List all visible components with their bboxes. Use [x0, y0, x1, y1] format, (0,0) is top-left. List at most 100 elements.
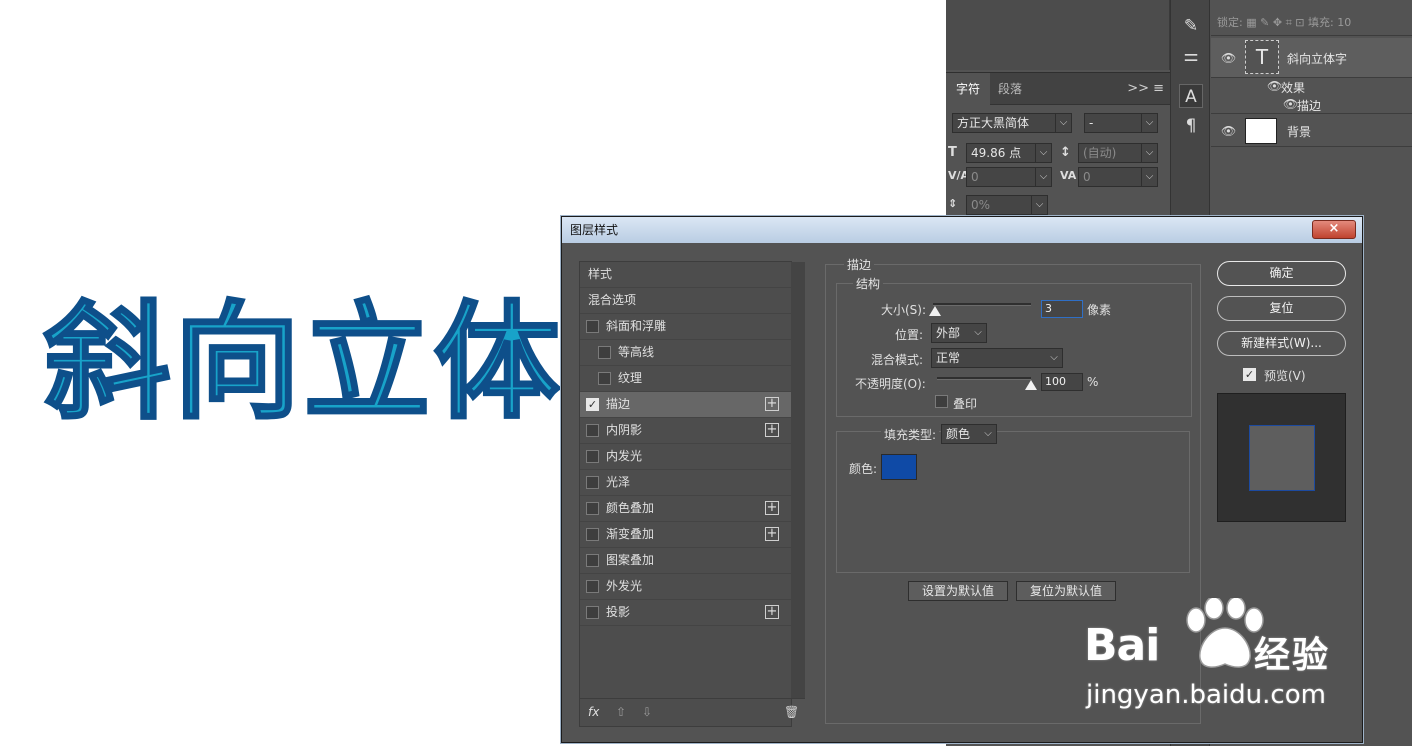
style-checkbox[interactable] [586, 320, 599, 333]
paragraph-panel-icon[interactable]: ¶ [1179, 114, 1203, 138]
tab-paragraph[interactable]: 段落 [988, 73, 1032, 105]
watermark-brand: Bai [1084, 620, 1160, 671]
lock-transparency-icon[interactable]: ▦ [1246, 16, 1256, 29]
style-item[interactable]: 图案叠加 [580, 548, 793, 574]
fill-value[interactable]: 10 [1337, 16, 1351, 29]
style-checkbox[interactable] [586, 424, 599, 437]
kerning-select[interactable]: 0 ⌵ [966, 167, 1052, 187]
reset-button[interactable]: 复位 [1217, 296, 1346, 321]
style-list-scrollbar[interactable] [791, 262, 805, 698]
dialog-title-bar[interactable]: 图层样式 [562, 217, 1362, 243]
eye-icon[interactable]: 👁 [1221, 124, 1236, 138]
move-down-icon[interactable]: ⇩ [642, 705, 652, 719]
stroke-color-swatch[interactable] [881, 454, 917, 480]
size-input[interactable]: 3 [1041, 300, 1083, 318]
tab-character[interactable]: 字符 [946, 73, 991, 105]
overprint-checkbox[interactable] [935, 395, 948, 408]
style-checkbox[interactable] [586, 528, 599, 541]
size-slider[interactable] [933, 303, 1031, 306]
lock-label: 锁定: [1217, 16, 1243, 29]
eye-icon[interactable]: 👁 [1267, 79, 1282, 93]
blend-mode-select[interactable]: 正常 ⌵ [931, 348, 1063, 368]
brush-settings-icon[interactable]: ✎ [1179, 14, 1203, 38]
style-checkbox[interactable]: ✓ [586, 398, 599, 411]
lock-paint-icon[interactable]: ✎ [1260, 16, 1269, 29]
panel-menu-button[interactable]: >> ≡ [1127, 81, 1164, 96]
style-item-label: 颜色叠加 [606, 501, 655, 515]
style-checkbox[interactable] [586, 554, 599, 567]
font-family-select[interactable]: 方正大黑简体 ⌵ [952, 113, 1072, 133]
styles-header[interactable]: 样式 [580, 262, 793, 288]
lock-artboard-icon[interactable]: ⌗ [1286, 16, 1292, 29]
new-style-button[interactable]: 新建样式(W)... [1217, 331, 1346, 356]
style-item[interactable]: 等高线 [580, 340, 793, 366]
font-style-select[interactable]: - ⌵ [1084, 113, 1158, 133]
character-panel-icon[interactable]: A [1179, 84, 1203, 108]
style-checkbox[interactable] [586, 476, 599, 489]
ok-button[interactable]: 确定 [1217, 261, 1346, 286]
blend-options-item[interactable]: 混合选项 [580, 288, 793, 314]
style-item[interactable]: 外发光 [580, 574, 793, 600]
font-size-select[interactable]: 49.86 点 ⌵ [966, 143, 1052, 163]
preview-swatch [1249, 425, 1315, 491]
style-checkbox[interactable] [598, 346, 611, 359]
layer-name[interactable]: 斜向立体字 [1287, 50, 1347, 67]
add-effect-icon[interactable]: + [765, 397, 779, 411]
fill-type-box: 填充类型: 颜色 ⌵ 颜色: [836, 424, 1190, 573]
tracking-select[interactable]: 0 ⌵ [1078, 167, 1158, 187]
style-item[interactable]: 渐变叠加 + [580, 522, 793, 548]
lock-move-icon[interactable]: ✥ [1273, 16, 1282, 29]
tracking-value: 0 [1083, 170, 1091, 184]
style-item[interactable]: 纹理 [580, 366, 793, 392]
effects-label[interactable]: 效果 [1281, 79, 1305, 96]
layer-row-background[interactable]: 👁 背景 [1211, 115, 1412, 147]
lock-all-icon[interactable]: ⊡ [1295, 16, 1308, 29]
opacity-slider-thumb[interactable] [1025, 380, 1037, 390]
background-layer-thumbnail [1245, 118, 1277, 144]
move-up-icon[interactable]: ⇧ [616, 705, 626, 719]
add-effect-icon[interactable]: + [765, 605, 779, 619]
chevron-down-icon: ⌵ [1055, 114, 1071, 132]
add-effect-icon[interactable]: + [765, 501, 779, 515]
style-item[interactable]: 光泽 [580, 470, 793, 496]
baidu-jingyan-watermark: Bai 经验 jingyan.baidu.com [1084, 598, 1344, 718]
style-item-label: 投影 [606, 605, 631, 619]
trash-icon[interactable]: 🗑 [784, 705, 799, 719]
set-default-button[interactable]: 设置为默认值 [908, 581, 1008, 601]
watermark-url: jingyan.baidu.com [1086, 680, 1326, 710]
layer-name[interactable]: 背景 [1287, 123, 1311, 140]
style-item[interactable]: 内发光 [580, 444, 793, 470]
position-select[interactable]: 外部 ⌵ [931, 323, 987, 343]
style-item[interactable]: 颜色叠加 + [580, 496, 793, 522]
style-item[interactable]: 投影 + [580, 600, 793, 626]
style-checkbox[interactable] [586, 606, 599, 619]
style-item[interactable]: ✓ 描边 + [580, 392, 793, 418]
style-checkbox[interactable] [586, 580, 599, 593]
style-checkbox[interactable] [586, 502, 599, 515]
preview-checkbox[interactable]: ✓ [1243, 368, 1256, 381]
layer-row-text[interactable]: 👁 T 斜向立体字 [1211, 38, 1412, 78]
add-effect-icon[interactable]: + [765, 527, 779, 541]
style-preview [1217, 393, 1346, 522]
style-item[interactable]: 斜面和浮雕 [580, 314, 793, 340]
style-item-label: 描边 [606, 397, 631, 411]
watermark-brand-cn: 经验 [1254, 635, 1331, 676]
opacity-slider[interactable] [937, 377, 1031, 380]
size-slider-thumb[interactable] [928, 306, 941, 316]
eye-icon[interactable]: 👁 [1283, 97, 1298, 111]
close-button[interactable]: × [1312, 220, 1356, 239]
style-checkbox[interactable] [586, 450, 599, 463]
style-item[interactable]: 内阴影 + [580, 418, 793, 444]
style-list-footer: fx ⇧ ⇩ 🗑 [580, 698, 805, 726]
style-checkbox[interactable] [598, 372, 611, 385]
fill-type-select[interactable]: 颜色 ⌵ [941, 424, 997, 444]
add-effect-icon[interactable]: + [765, 423, 779, 437]
stroke-group-title: 描边 [844, 256, 875, 273]
stroke-effect-label[interactable]: 描边 [1297, 97, 1321, 114]
scale-select[interactable]: 0% ⌵ [966, 195, 1048, 215]
leading-select[interactable]: (自动) ⌵ [1078, 143, 1158, 163]
adjustment-sliders-icon[interactable]: ⚌ [1179, 44, 1203, 68]
eye-icon[interactable]: 👁 [1221, 51, 1236, 65]
fx-icon[interactable]: fx [588, 705, 599, 719]
opacity-input[interactable]: 100 [1041, 373, 1083, 391]
